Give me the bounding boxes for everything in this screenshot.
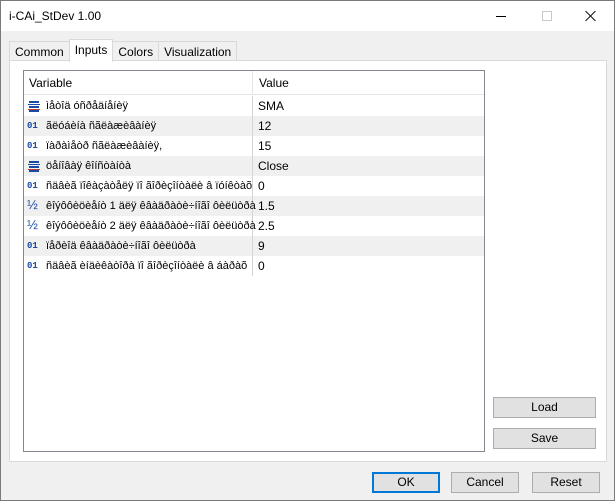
table-row[interactable]: öåíîâàÿ êîíñòàíòà Close	[24, 156, 484, 176]
title-bar[interactable]: i-CAi_StDev 1.00	[1, 1, 614, 31]
double-icon: ½	[27, 217, 38, 232]
inputs-grid: Variable Value ìåòîä óñðåäíåíèÿ SMA 01 ãëóá…	[23, 70, 485, 452]
int-icon: 01	[27, 121, 38, 131]
int-icon: 01	[27, 241, 38, 251]
variable-cell: ìåòîä óñðåäíåíèÿ	[24, 96, 253, 116]
minimize-button[interactable]	[478, 1, 524, 31]
close-button[interactable]	[568, 1, 614, 31]
table-row[interactable]: 01 ñäâèã èíäèêàòîðà ïî ãîðèçîíòàëè â áàðà…	[24, 256, 484, 276]
variable-cell: 01 ãëóáèíà ñãëàæèâàíèÿ	[24, 116, 253, 136]
variable-cell: öåíîâàÿ êîíñòàíòà	[24, 156, 253, 176]
maximize-button	[524, 1, 570, 31]
variable-name: ñäâèã èíäèêàòîðà ïî ãîðèçîíòàëè â áàðàõ	[46, 260, 248, 272]
minimize-icon	[496, 15, 506, 17]
tab-visualization[interactable]: Visualization	[158, 41, 238, 62]
table-row[interactable]: 01 ïåðèîä êâàäðàòè÷íîãî ôèëüòðà 9	[24, 236, 484, 256]
table-row[interactable]: ìåòîä óñðåäíåíèÿ SMA	[24, 96, 484, 116]
inputs-panel: Variable Value ìåòîä óñðåäíåíèÿ SMA 01 ãëóá…	[9, 60, 607, 462]
variable-name: ìåòîä óñðåäíåíèÿ	[46, 100, 128, 112]
close-icon	[585, 10, 597, 22]
variable-name: êîýôôèöèåíò 1 äëÿ êâàäðàòè÷íîãî ôèëüòðà	[46, 200, 256, 212]
value-cell[interactable]: 15	[253, 136, 484, 156]
table-row[interactable]: 01 ïàðàìåòð ñãëàæèâàíèÿ, 15	[24, 136, 484, 156]
variable-cell: 01 ïåðèîä êâàäðàòè÷íîãî ôèëüòðà	[24, 236, 253, 256]
tab-inputs[interactable]: Inputs	[68, 39, 114, 62]
variable-name: ïàðàìåòð ñãëàæèâàíèÿ,	[46, 140, 163, 152]
grid-header: Variable Value	[24, 71, 484, 95]
value-cell[interactable]: Close	[253, 156, 484, 176]
variable-cell: 01 ïàðàìåòð ñãëàæèâàíèÿ,	[24, 136, 253, 156]
reset-button[interactable]: Reset	[532, 472, 600, 493]
variable-cell: ½ êîýôôèöèåíò 2 äëÿ êâàäðàòè÷íîãî ôèëüòðà	[24, 216, 256, 236]
ok-button[interactable]: OK	[372, 472, 440, 493]
cancel-button[interactable]: Cancel	[451, 472, 519, 493]
variable-name: ïåðèîä êâàäðàòè÷íîãî ôèëüòðà	[46, 240, 196, 252]
int-icon: 01	[27, 141, 38, 151]
column-header-variable[interactable]: Variable	[24, 71, 253, 95]
tab-strip: Common Inputs Colors Visualization	[9, 39, 238, 62]
table-row[interactable]: ½ êîýôôèöèåíò 1 äëÿ êâàäðàòè÷íîãî ôèëüòðà…	[24, 196, 484, 216]
value-cell[interactable]: 0	[253, 256, 484, 276]
variable-cell: ½ êîýôôèöèåíò 1 äëÿ êâàäðàòè÷íîãî ôèëüòðà	[24, 196, 256, 216]
int-icon: 01	[27, 261, 38, 271]
variable-name: öåíîâàÿ êîíñòàíòà	[46, 160, 132, 172]
variable-name: ñäâèã ïîêàçàòåëÿ ïî ãîðèçîíòàëè â ïóíêòà…	[46, 180, 253, 192]
variable-cell: 01 ñäâèã èíäèêàòîðà ïî ãîðèçîíòàëè â áàðà…	[24, 256, 253, 276]
dialog-window: i-CAi_StDev 1.00 Common Inputs Colors Vi…	[0, 0, 615, 501]
value-cell[interactable]: 9	[253, 236, 484, 256]
value-cell[interactable]: 1.5	[253, 196, 484, 216]
variable-name: ãëóáèíà ñãëàæèâàíèÿ	[46, 120, 157, 132]
enum-icon	[28, 160, 40, 172]
table-row[interactable]: ½ êîýôôèöèåíò 2 äëÿ êâàäðàòè÷íîãî ôèëüòðà…	[24, 216, 484, 236]
save-button[interactable]: Save	[493, 428, 596, 449]
enum-icon	[28, 100, 40, 112]
window-title: i-CAi_StDev 1.00	[9, 9, 102, 23]
int-icon: 01	[27, 181, 38, 191]
variable-name: êîýôôèöèåíò 2 äëÿ êâàäðàòè÷íîãî ôèëüòðà	[46, 220, 256, 232]
value-cell[interactable]: 0	[253, 176, 484, 196]
load-button[interactable]: Load	[493, 397, 596, 418]
maximize-icon	[542, 11, 552, 21]
column-header-value[interactable]: Value	[253, 71, 484, 95]
double-icon: ½	[27, 197, 38, 212]
value-cell[interactable]: 12	[253, 116, 484, 136]
variable-cell: 01 ñäâèã ïîêàçàòåëÿ ïî ãîðèçîíòàëè â ïóíê…	[24, 176, 253, 196]
table-row[interactable]: 01 ñäâèã ïîêàçàòåëÿ ïî ãîðèçîíòàëè â ïóíê…	[24, 176, 484, 196]
value-cell[interactable]: 2.5	[253, 216, 484, 236]
tab-colors[interactable]: Colors	[112, 41, 160, 62]
tab-common[interactable]: Common	[9, 41, 70, 62]
value-cell[interactable]: SMA	[253, 96, 484, 116]
table-row[interactable]: 01 ãëóáèíà ñãëàæèâàíèÿ 12	[24, 116, 484, 136]
